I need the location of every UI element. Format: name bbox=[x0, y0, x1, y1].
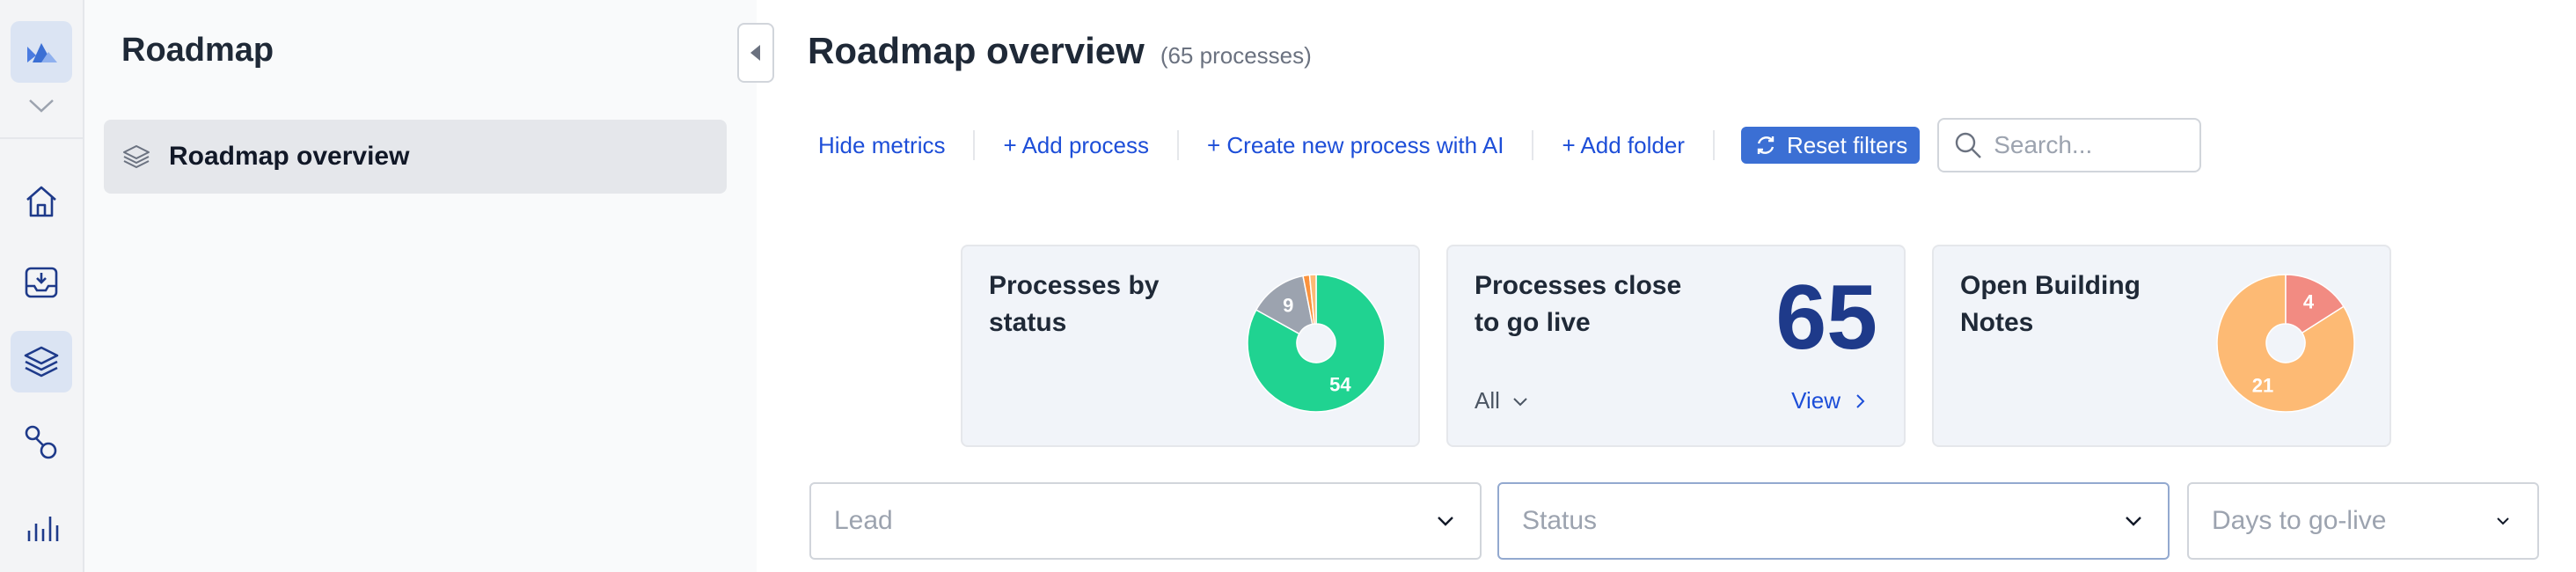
slice-value-label: 4 bbox=[2303, 291, 2315, 313]
slice-value-label: 54 bbox=[1329, 374, 1351, 396]
go-live-count: 65 bbox=[1775, 267, 1877, 369]
select-placeholder: Lead bbox=[834, 506, 893, 535]
toolbar-divider bbox=[973, 130, 976, 160]
layers-icon bbox=[24, 346, 59, 378]
add-process-link[interactable]: + Add process bbox=[992, 132, 1160, 159]
rail-item-home[interactable] bbox=[11, 171, 72, 232]
search-input[interactable] bbox=[1994, 131, 2188, 159]
dropdown-value: All bbox=[1475, 387, 1500, 414]
card-title: Processes close to go live bbox=[1475, 271, 1682, 337]
page-header: Roadmap overview (65 processes) bbox=[808, 30, 1312, 72]
slice-value-label: 21 bbox=[2252, 374, 2273, 396]
select-placeholder: Status bbox=[1522, 506, 1598, 535]
card-title: Open Building Notes bbox=[1960, 271, 2141, 337]
toolbar: Hide metrics + Add process + Create new … bbox=[808, 118, 2202, 172]
inbox-icon bbox=[25, 267, 58, 298]
view-link[interactable]: View bbox=[1791, 387, 1869, 414]
logo-button[interactable] bbox=[11, 21, 72, 83]
toolbar-divider bbox=[1176, 130, 1179, 160]
caret-left-icon bbox=[750, 45, 760, 61]
open-building-notes-card: Open Building Notes 21 4 bbox=[1932, 245, 2391, 447]
logo-icon bbox=[27, 43, 57, 62]
layers-icon bbox=[121, 142, 151, 172]
processes-by-status-card: Processes by status 54 9 bbox=[961, 245, 1420, 447]
hide-metrics-link[interactable]: Hide metrics bbox=[808, 132, 955, 159]
workflow-icon bbox=[25, 425, 57, 459]
process-count: (65 processes) bbox=[1160, 42, 1312, 69]
page-title: Roadmap overview bbox=[808, 30, 1145, 71]
icon-rail bbox=[0, 0, 84, 572]
add-folder-link[interactable]: + Add folder bbox=[1551, 132, 1695, 159]
card-title: Processes by status bbox=[989, 271, 1160, 337]
reset-filters-label: Reset filters bbox=[1786, 131, 1908, 158]
go-live-filter-dropdown[interactable]: All bbox=[1475, 387, 1530, 414]
days-to-go-live-filter-select[interactable]: Days to go-live bbox=[2187, 482, 2539, 560]
sidebar-title: Roadmap bbox=[121, 32, 274, 69]
analytics-icon bbox=[27, 517, 59, 541]
rail-divider bbox=[0, 137, 84, 139]
refresh-icon bbox=[1757, 136, 1775, 154]
status-filter-select[interactable]: Status bbox=[1497, 482, 2170, 560]
slice-value-label: 9 bbox=[1283, 294, 1293, 316]
search-icon bbox=[1956, 132, 1982, 158]
rail-item-roadmap[interactable] bbox=[11, 331, 72, 392]
chevron-down-icon bbox=[2497, 517, 2509, 525]
rail-item-inbox[interactable] bbox=[11, 252, 72, 313]
create-process-ai-link[interactable]: + Create new process with AI bbox=[1197, 132, 1514, 159]
chevron-right-icon bbox=[1856, 393, 1865, 408]
lead-filter-select[interactable]: Lead bbox=[809, 482, 1482, 560]
secondary-sidebar: Roadmap Roadmap overview bbox=[84, 0, 757, 572]
toolbar-divider bbox=[1712, 130, 1715, 160]
chevron-down-icon bbox=[1513, 397, 1527, 406]
collapse-sidebar-button[interactable] bbox=[737, 23, 774, 83]
chevron-down-icon bbox=[2126, 517, 2141, 526]
view-label: View bbox=[1791, 387, 1841, 414]
sidebar-item-roadmap-overview[interactable]: Roadmap overview bbox=[104, 120, 727, 194]
chevron-down-icon bbox=[1438, 517, 1453, 526]
status-donut-chart[interactable]: 54 9 bbox=[1246, 273, 1387, 414]
toolbar-divider bbox=[1532, 130, 1534, 160]
search-box[interactable] bbox=[1937, 118, 2202, 172]
chevron-down-icon[interactable] bbox=[26, 95, 56, 116]
rail-item-analytics[interactable] bbox=[11, 496, 72, 558]
app-root: Roadmap Roadmap overview Roadmap overvie… bbox=[0, 0, 2576, 572]
notes-donut-chart[interactable]: 21 4 bbox=[2215, 273, 2356, 414]
rail-item-workflow[interactable] bbox=[11, 412, 72, 473]
main-content: Roadmap overview (65 processes) Hide met… bbox=[774, 0, 2576, 572]
reset-filters-button[interactable]: Reset filters bbox=[1740, 127, 1921, 164]
processes-close-to-go-live-card: Processes close to go live 65 All View bbox=[1446, 245, 1906, 447]
home-icon bbox=[26, 186, 56, 217]
select-placeholder: Days to go-live bbox=[2212, 506, 2387, 535]
sidebar-item-label: Roadmap overview bbox=[169, 142, 410, 171]
